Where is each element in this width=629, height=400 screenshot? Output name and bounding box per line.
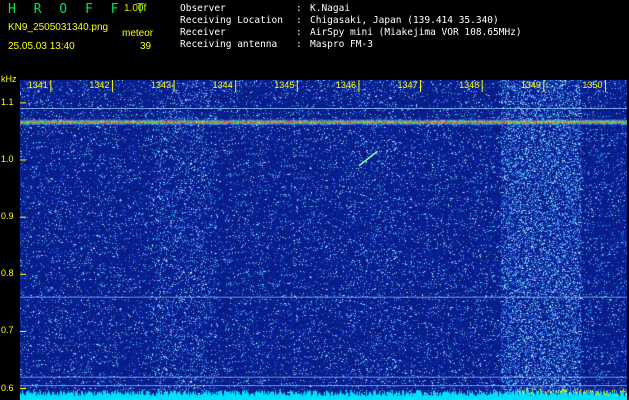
info-row-antenna: Receiving antenna: Maspro FM-3 — [180, 39, 522, 51]
info-row-observer: Observer: K.Nagai — [180, 3, 522, 15]
info-key: Observer — [180, 3, 226, 14]
meteor-count: 39 — [140, 41, 152, 52]
version-label: 1.00f — [124, 3, 147, 14]
info-value: K.Nagai — [310, 3, 351, 14]
spectrogram-canvas — [20, 80, 627, 400]
timestamp-label: 25.05.03 13:40 — [8, 41, 75, 52]
y-tick-label: 1.0 — [1, 154, 14, 164]
x-tick-label: 1341 — [27, 80, 48, 90]
y-tick-label: 1.1 — [1, 96, 14, 107]
info-key: Receiving antenna — [180, 39, 278, 50]
filename-label: KN9_2505031340.png — [8, 22, 109, 33]
header-panel: H R O F F T 1.00f KN9_2505031340.png met… — [0, 0, 629, 74]
info-colon: : — [296, 3, 302, 14]
info-row-receiver: Receiver: AirSpy mini (Miakejima VOR 108.… — [180, 27, 522, 39]
y-tick-label: 0.7 — [1, 325, 14, 336]
info-key: Receiver — [180, 27, 226, 38]
y-tick-label: 0.8 — [1, 268, 14, 279]
x-tick-label: 1347 — [397, 80, 418, 90]
info-value: Chigasaki, Japan (139.414 35.340) — [310, 15, 499, 26]
y-tick-label: 0.6 — [1, 382, 14, 393]
x-tick-label: 1342 — [89, 80, 110, 90]
info-row-location: Receiving Location: Chigasaki, Japan (139… — [180, 15, 522, 27]
meteor-label: meteor — [122, 28, 154, 39]
info-value: Maspro FM-3 — [310, 39, 373, 50]
x-tick-label: 1345 — [274, 80, 295, 90]
x-tick-label: 1344 — [212, 80, 233, 90]
info-colon: : — [296, 39, 302, 50]
x-tick-label: 1349 — [520, 80, 541, 90]
x-tick-label: 1348 — [459, 80, 480, 90]
y-axis-unit: kHz — [1, 74, 17, 84]
y-tick-label: 0.9 — [1, 211, 14, 222]
x-tick-label: 1343 — [151, 80, 172, 90]
x-tick-label: 1350 — [582, 80, 603, 90]
info-colon: : — [296, 15, 302, 26]
info-value: AirSpy mini (Miakejima VOR 108.65MHz) — [310, 27, 522, 38]
station-info: Observer: K.Nagai Receiving Location: Chig… — [180, 3, 522, 51]
x-tick-label: 1346 — [335, 80, 356, 90]
info-colon: : — [296, 27, 302, 38]
info-key: Receiving Location — [180, 15, 283, 26]
